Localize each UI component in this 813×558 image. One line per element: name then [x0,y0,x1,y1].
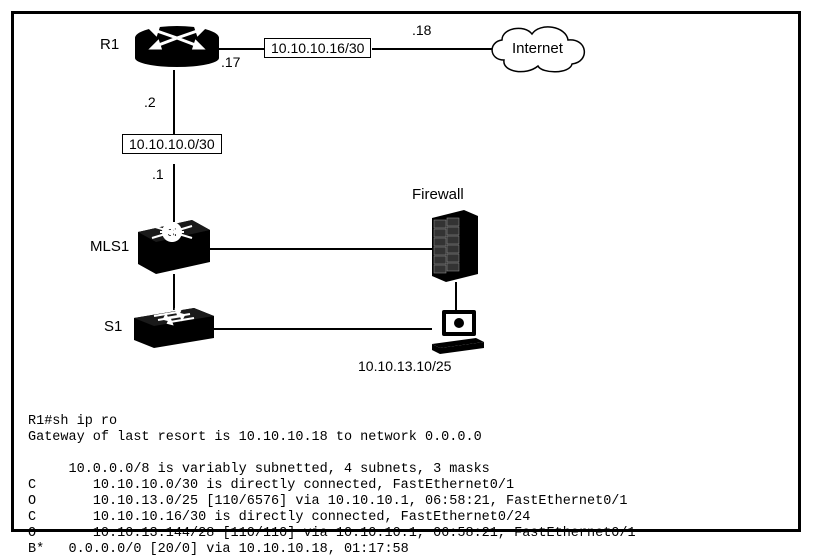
cli-prompt: R1#sh ip ro [28,414,117,429]
pc-host [428,308,488,356]
mls1-switch: Si [138,220,210,274]
router-r1 [132,20,222,68]
label-internet: Internet [512,40,563,57]
cli-l2c: O [28,494,36,509]
label-pc-ip: 10.10.13.10/25 [358,358,451,374]
s1-switch [134,308,214,348]
label-r1: R1 [100,36,119,53]
cli-l1: 10.10.10.0/30 is directly connected, Fas… [36,478,514,493]
label-s1: S1 [104,318,122,335]
host-mls1-up: .1 [152,166,164,182]
netbox-r1-mls1: 10.10.10.0/30 [122,134,222,154]
firewall-device [432,210,478,282]
cli-l3c: C [28,510,36,525]
topology-area: R1 10.10.10.16/30 .17 .18 Internet .2 10… [14,14,798,394]
cli-l3: 10.10.10.16/30 is directly connected, Fa… [36,510,530,525]
diagram-frame: R1 10.10.10.16/30 .17 .18 Internet .2 10… [11,11,801,532]
cli-gateway: Gateway of last resort is 10.10.10.18 to… [28,430,482,445]
cli-l1c: C [28,478,36,493]
host-internet-side: .18 [412,22,431,38]
cli-l5c: B* [28,542,44,557]
host-r1-down: .2 [144,94,156,110]
cli-l4: 10.10.13.144/28 [110/110] via 10.10.10.1… [36,526,636,541]
host-r1-up: .17 [221,54,240,70]
cli-l2: 10.10.13.0/25 [110/6576] via 10.10.10.1,… [36,494,627,509]
cli-output: R1#sh ip ro Gateway of last resort is 10… [28,398,636,558]
cli-l5: 0.0.0.0/0 [20/0] via 10.10.10.18, 01:17:… [44,542,409,557]
label-firewall: Firewall [412,186,464,203]
cli-summary: 10.0.0.0/8 is variably subnetted, 4 subn… [28,462,490,477]
cli-l4c: O [28,526,36,541]
topology-links [14,14,798,394]
label-mls1: MLS1 [90,238,129,255]
netbox-r1-internet: 10.10.10.16/30 [264,38,371,58]
